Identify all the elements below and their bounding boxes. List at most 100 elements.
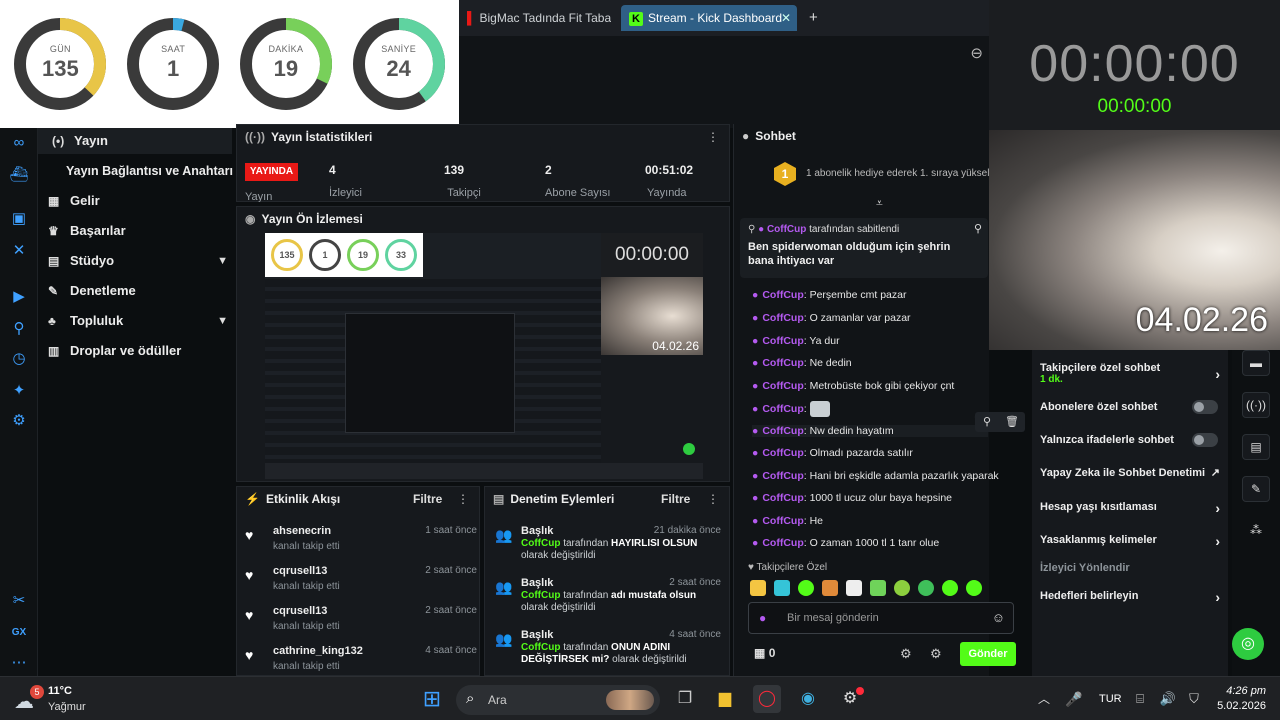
- tab-bigmac[interactable]: ▌ BigMac Tadında Fit Tabak: [459, 5, 611, 31]
- wrench-icon[interactable]: ✎: [1242, 476, 1270, 502]
- chevron-up-icon[interactable]: ︿: [1030, 685, 1058, 713]
- setting-goals[interactable]: Hedefleri belirleyin ›: [1040, 589, 1224, 605]
- preview-video[interactable]: 135 1 19 33 00:00:00 04.02.26: [265, 233, 703, 479]
- emote-icon[interactable]: [798, 580, 814, 596]
- sidebar-item-yayin[interactable]: (•) Yayın: [38, 128, 232, 154]
- gift-banner[interactable]: 1 abonelik hediye ederek 1. sıraya yükse…: [806, 168, 990, 179]
- task-view-icon[interactable]: ❐: [671, 685, 699, 713]
- toggle-switch[interactable]: [1192, 433, 1218, 447]
- close-icon[interactable]: ✕: [781, 5, 791, 31]
- weather-widget[interactable]: ☁ 5: [14, 685, 44, 715]
- activity-filter-button[interactable]: Filtre: [413, 492, 442, 506]
- sidebar-item-basarilar[interactable]: ♛ Başarılar: [48, 218, 126, 244]
- chat-message[interactable]: ● CoffCup: Metrobüste bok gibi çekiyor çn…: [752, 380, 992, 392]
- chat-points[interactable]: ▦ 0: [754, 646, 775, 660]
- chat-username[interactable]: CoffCup: [762, 380, 803, 392]
- toggle-switch[interactable]: [1192, 400, 1218, 414]
- list-item[interactable]: ♥ cqrusell13 kanalı takip etti 2 saat önce: [245, 605, 477, 643]
- chat-message[interactable]: ● CoffCup: Ya dur: [752, 335, 992, 347]
- chat-username[interactable]: CoffCup: [762, 335, 803, 347]
- moderation-filter-button[interactable]: Filtre: [661, 492, 690, 506]
- emote-icon[interactable]: [894, 580, 910, 596]
- chat-username[interactable]: CoffCup: [762, 403, 803, 415]
- zoom-out-icon[interactable]: ⊖: [970, 44, 983, 62]
- search-input[interactable]: ⌕ Ara: [456, 685, 660, 715]
- puzzle-icon[interactable]: ✦: [8, 382, 30, 400]
- setting-banned-words[interactable]: Yasaklanmış kelimeler ›: [1040, 533, 1224, 549]
- support-icon[interactable]: ◎: [1232, 628, 1264, 660]
- chat-username[interactable]: CoffCup: [762, 537, 803, 549]
- list-item[interactable]: ♥ ahsenecrin kanalı takip etti 1 saat önce: [245, 525, 477, 563]
- kebab-menu-icon[interactable]: ⋮: [707, 130, 719, 144]
- connect-icon[interactable]: ⁂: [1242, 518, 1270, 544]
- tool-icon[interactable]: ✂: [8, 592, 30, 610]
- chat-username[interactable]: CoffCup: [762, 289, 803, 301]
- setting-subs-only[interactable]: Abonelere özel sohbet: [1040, 400, 1224, 414]
- new-tab-button[interactable]: +: [801, 5, 821, 31]
- network-icon[interactable]: ⌸: [1126, 685, 1154, 713]
- list-item[interactable]: ♥ cqrusell13 kanalı takip etti 2 saat önce: [245, 565, 477, 603]
- chat-bubble-icon[interactable]: ▬: [1242, 350, 1270, 376]
- gx-icon[interactable]: GX: [8, 624, 30, 642]
- broadcast-icon[interactable]: ((·)): [1242, 392, 1270, 418]
- chat-message[interactable]: ● CoffCup: Nw dedin hayatım: [752, 425, 988, 437]
- sidebar-item-denetleme[interactable]: ✎ Denetleme: [48, 278, 136, 304]
- x-icon[interactable]: ✕: [8, 242, 30, 260]
- list-item[interactable]: 👥 Başlık 4 saat önce CoffCup tarafından ONU…: [493, 629, 721, 675]
- clock-icon[interactable]: ◷: [8, 350, 30, 368]
- chat-message[interactable]: ● CoffCup: Olmadı pazarda satılır: [752, 447, 992, 459]
- chat-message[interactable]: ● CoffCup: He: [752, 515, 992, 527]
- more-icon[interactable]: ⋯: [8, 654, 30, 672]
- chat-message[interactable]: ● CoffCup: Perşembe cmt pazar: [752, 289, 992, 301]
- tab-kick-dashboard[interactable]: K Stream - Kick Dashboard ✕: [621, 5, 797, 31]
- setting-ai-moderation[interactable]: Yapay Zeka ile Sohbet Denetimi ↗: [1040, 467, 1224, 479]
- sidebar-item-stream-key[interactable]: Yayın Bağlantısı ve Anahtarı: [66, 158, 233, 184]
- unpin-icon[interactable]: ⚲: [974, 222, 982, 235]
- emote-icon[interactable]: [942, 580, 958, 596]
- chat-username[interactable]: CoffCup: [762, 312, 803, 324]
- creator-icon[interactable]: ∞: [8, 134, 30, 152]
- opera-gx-icon[interactable]: ◯: [753, 685, 781, 713]
- send-button[interactable]: Gönder: [960, 642, 1016, 666]
- chat-username[interactable]: CoffCup: [762, 357, 803, 369]
- chat-input[interactable]: ● Bir mesaj gönderin ☺: [748, 602, 1014, 634]
- emote-icon[interactable]: [846, 580, 862, 596]
- sidebar-item-topluluk[interactable]: ♣ Topluluk ▼: [48, 308, 228, 334]
- chat-username[interactable]: CoffCup: [762, 447, 803, 459]
- emote-icon[interactable]: [774, 580, 790, 596]
- mod-settings-icon[interactable]: ⚙: [930, 646, 942, 662]
- chat-username[interactable]: CoffCup: [762, 492, 803, 504]
- sidebar-item-droplar[interactable]: ▥ Droplar ve ödüller: [48, 338, 181, 364]
- play-icon[interactable]: ▶: [8, 288, 30, 306]
- chat-message[interactable]: ● CoffCup: O zaman 1000 tl 1 tanr olue: [752, 537, 992, 549]
- chat-message[interactable]: ● CoffCup: 1000 tl ucuz olur baya hepsine: [752, 492, 992, 504]
- emote-icon[interactable]: [822, 580, 838, 596]
- chat-username[interactable]: CoffCup: [762, 470, 803, 482]
- chat-message[interactable]: ● CoffCup: Ne dedin: [752, 357, 992, 369]
- windows-start-icon[interactable]: ⊞: [418, 685, 446, 713]
- list-item[interactable]: ♥ cathrine_king132 kanalı takip etti 4 saat…: [245, 645, 477, 675]
- volume-icon[interactable]: 🔊: [1154, 685, 1182, 713]
- chat-username[interactable]: CoffCup: [762, 425, 803, 437]
- setting-followers-only[interactable]: Takipçilere özel sohbet › 1 dk.: [1040, 362, 1224, 385]
- kebab-menu-icon[interactable]: ⋮: [457, 492, 469, 506]
- setting-emotes-only[interactable]: Yalnızca ifadelerle sohbet: [1040, 433, 1224, 447]
- gear-icon[interactable]: ⚙: [8, 412, 30, 430]
- kebab-menu-icon[interactable]: ⋮: [707, 492, 719, 506]
- chat-message[interactable]: ● CoffCup: O zamanlar var pazar: [752, 312, 992, 324]
- emote-icon[interactable]: [966, 580, 982, 596]
- language-indicator[interactable]: TUR: [1099, 693, 1122, 705]
- boat-icon[interactable]: ⛴: [8, 166, 30, 184]
- clock[interactable]: 4:26 pm 5.02.2026: [1206, 685, 1266, 712]
- emote-icon[interactable]: [918, 580, 934, 596]
- file-explorer-icon[interactable]: ▆: [711, 685, 739, 713]
- list-item[interactable]: 👥 Başlık 2 saat önce CoffCup tarafından adı…: [493, 577, 721, 623]
- emote-icon[interactable]: [750, 580, 766, 596]
- setting-account-age[interactable]: Hesap yaşı kısıtlaması ›: [1040, 500, 1224, 516]
- scroll-down-icon[interactable]: ⩡: [876, 196, 883, 211]
- chat-message[interactable]: ● CoffCup: Hani bri eşkidle adamla pazarl…: [752, 470, 999, 482]
- sidebar-item-studyo[interactable]: ▤ Stüdyo ▼: [48, 248, 228, 274]
- emote-icon[interactable]: [870, 580, 886, 596]
- pinned-message[interactable]: ⚲ ● CoffCup tarafından sabitlendi ⚲ Ben …: [740, 218, 988, 278]
- delete-icon[interactable]: 🗑: [1005, 415, 1019, 428]
